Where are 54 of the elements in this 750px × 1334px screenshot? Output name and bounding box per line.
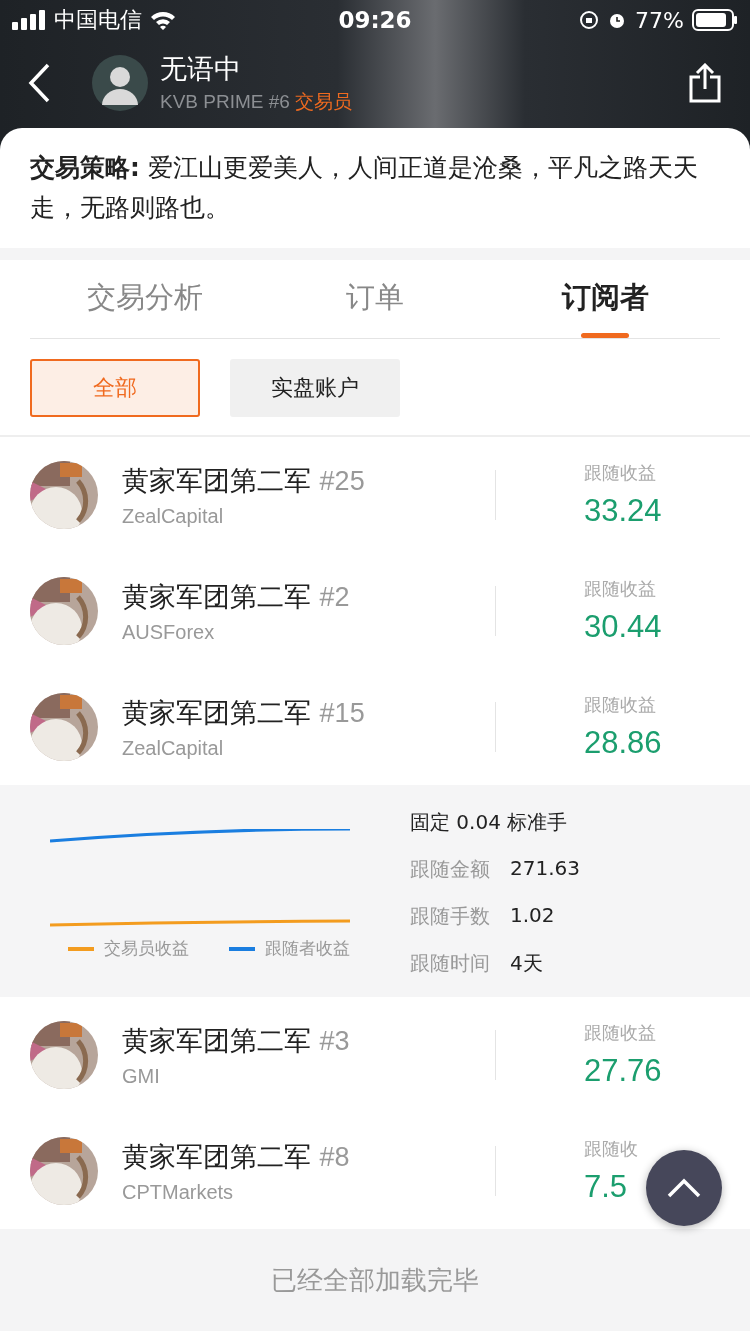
avatar [92, 55, 148, 111]
profit-label: 跟随收益 [584, 577, 656, 601]
carrier-name: 中国电信 [54, 6, 142, 34]
wifi-icon [150, 10, 176, 30]
profit-label: 跟随收益 [584, 1021, 656, 1045]
tab[interactable]: 订阅者 [490, 260, 720, 338]
tab[interactable]: 交易分析 [30, 260, 260, 338]
subscriber-rank: #3 [319, 1025, 350, 1056]
load-complete-text: 已经全部加载完毕 [271, 1263, 479, 1297]
profit-label: 跟随收益 [584, 693, 656, 717]
broker-name: ZealCapital [122, 736, 225, 760]
profit-value: 27.76 [584, 1053, 662, 1089]
stat-label: 跟随金额 [410, 856, 490, 883]
strategy-text: 交易策略: 爱江山更爱美人，人间正道是沧桑，平凡之路天天走，无路则路也。 [30, 152, 699, 224]
legend-label: 交易员收益 [104, 937, 189, 960]
trader-role: 交易员 [295, 90, 353, 112]
subscriber-rank: #2 [319, 581, 350, 612]
profit-value: 7.5 [584, 1169, 628, 1205]
profit-value: 30.44 [584, 609, 662, 645]
clock-time: 09:26 [338, 7, 412, 33]
broker-name: GMI [122, 1064, 161, 1088]
stat-value: 4天 [510, 950, 543, 977]
subscriber-rank: #8 [319, 1141, 350, 1172]
profit-value: 33.24 [584, 493, 662, 529]
subscriber-rank: #15 [319, 697, 365, 728]
trader-subtitle: KVB PRIME #6 [160, 91, 290, 112]
subscriber-name: 黄家军团第二军 [122, 696, 311, 728]
broker-name: ZealCapital [122, 504, 225, 528]
subscriber-name: 黄家军团第二军 [122, 1140, 311, 1172]
battery-icon [692, 9, 738, 31]
broker-name: CPTMarkets [122, 1180, 235, 1204]
stat-value: 1.02 [510, 903, 555, 929]
subscriber-name: 黄家军团第二军 [122, 1024, 311, 1056]
tab[interactable]: 订单 [260, 260, 490, 338]
back-icon[interactable] [28, 63, 50, 103]
stat-label: 跟随时间 [410, 950, 490, 977]
trader-name: 无语中 [160, 52, 242, 86]
follow-mode: 固定 0.04 标准手 [410, 809, 569, 836]
subscriber-name: 黄家军团第二军 [122, 464, 311, 496]
share-icon[interactable] [688, 63, 722, 103]
signal-icon [12, 10, 46, 30]
stat-label: 跟随手数 [410, 903, 490, 930]
subscriber-rank: #25 [319, 465, 365, 496]
stat-value: 271.63 [510, 856, 580, 882]
profit-label: 跟随收 [584, 1137, 638, 1161]
filter-button[interactable]: 实盘账户 [230, 359, 400, 417]
rotation-lock-icon [579, 10, 600, 30]
caret-icon [666, 1177, 702, 1199]
subscriber-name: 黄家军团第二军 [122, 580, 311, 612]
profit-label: 跟随收益 [584, 461, 656, 485]
battery-percent: 77% [635, 7, 684, 33]
legend-label: 跟随者收益 [265, 937, 350, 960]
profit-value: 28.86 [584, 725, 662, 761]
broker-name: AUSForex [122, 620, 216, 644]
